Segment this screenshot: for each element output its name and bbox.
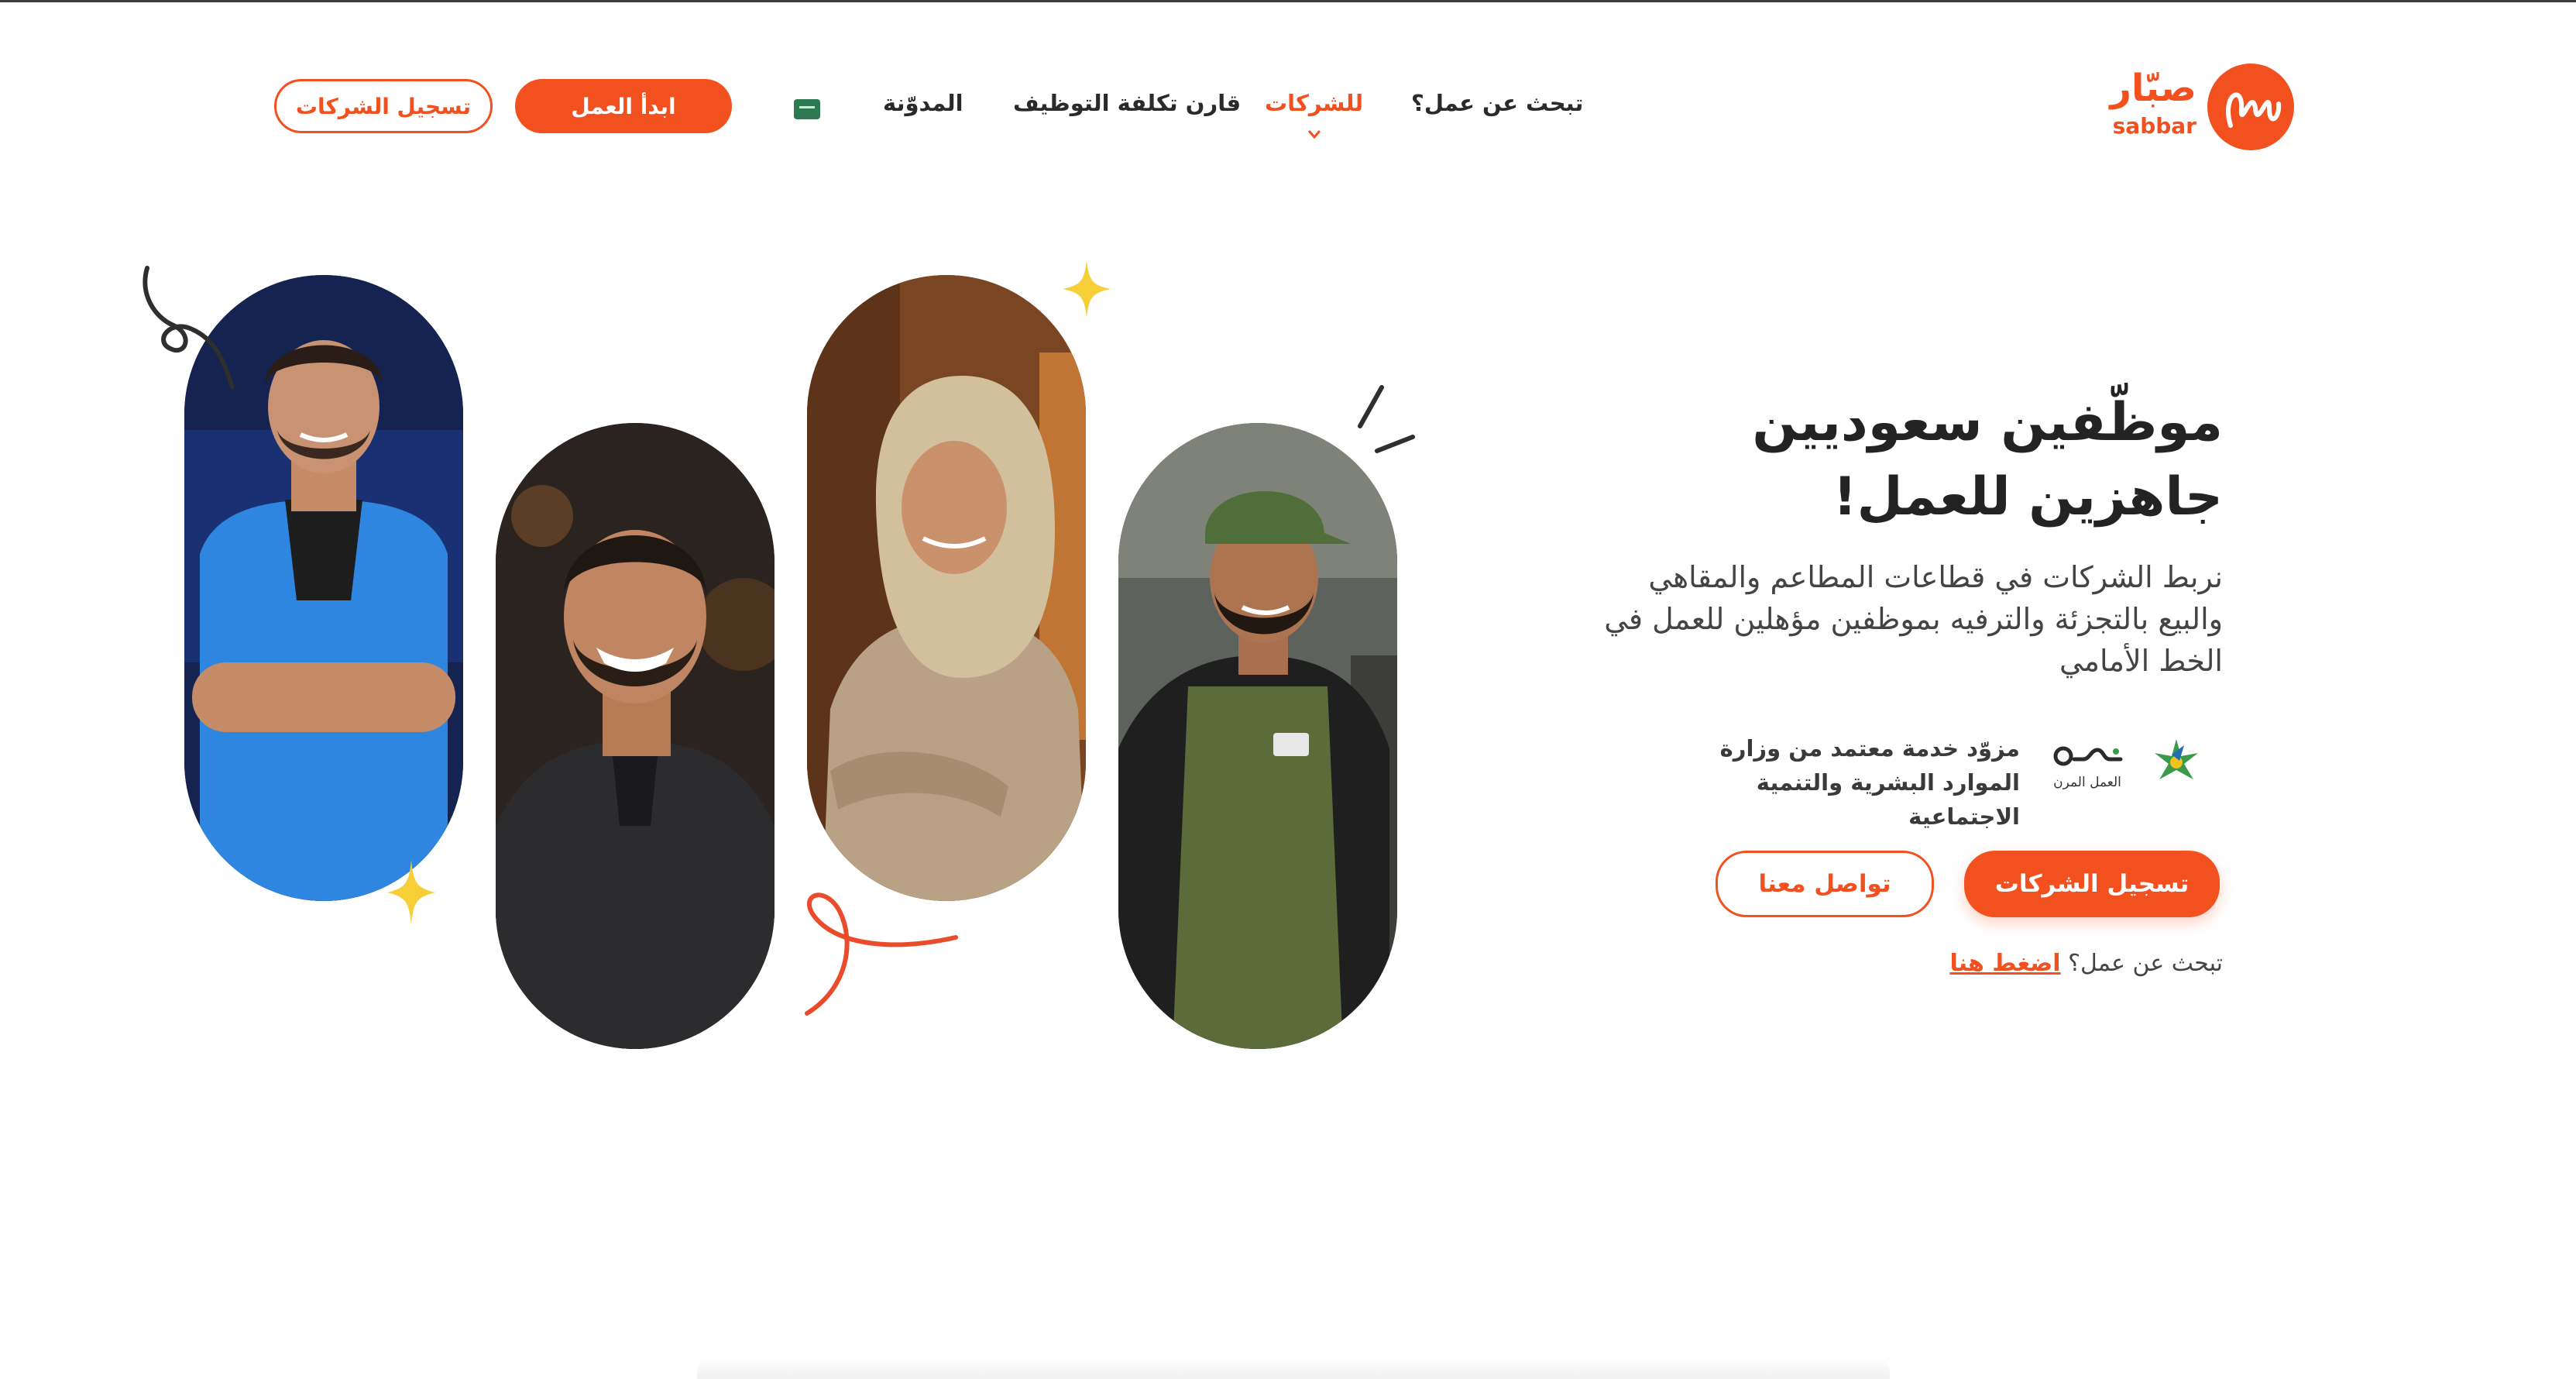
worker-green-apron-illustration [1118, 423, 1397, 1049]
flag-icon[interactable] [794, 99, 820, 119]
nav-blog[interactable]: المدوّنة [883, 90, 963, 116]
ministry-logo: العمل المرن [2052, 736, 2207, 792]
swirl-decoration-dark [143, 266, 235, 390]
sparkle-icon-bottom [387, 860, 435, 925]
logo-text-english: sabbar [2112, 113, 2196, 139]
bottom-shadow-bar [697, 1357, 1890, 1379]
flag-icon-stripe [799, 106, 815, 108]
worker-headscarf-illustration [807, 275, 1086, 901]
accent-lines-decoration [1358, 385, 1415, 453]
click-here-link[interactable]: اضغط هنا [1949, 950, 2060, 977]
nav-companies[interactable]: للشركات [1265, 90, 1364, 139]
sabbar-logo[interactable]: صبّار sabbar [2110, 64, 2294, 156]
sabbar-logo-mark [2207, 64, 2294, 150]
start-work-button[interactable]: ابدأ العمل [515, 79, 732, 133]
site-header: صبّار sabbar تبحث عن عمل؟ للشركات قارن ت… [0, 0, 2576, 217]
register-companies-header-button[interactable]: تسجيل الشركات [274, 79, 493, 133]
job-seeker-question: تبحث عن عمل؟ [2068, 950, 2223, 977]
hero-title-line2: جاهزين للعمل! [1832, 466, 2223, 528]
nav-companies-label: للشركات [1265, 90, 1364, 116]
job-seeker-prompt: تبحث عن عمل؟ اضغط هنا [1843, 950, 2223, 977]
register-companies-button[interactable]: تسجيل الشركات [1964, 851, 2220, 917]
nav-find-job[interactable]: تبحث عن عمل؟ [1411, 90, 1583, 116]
accreditation-block: العمل المرن مزوّد خدمة معتمد من وزارة ال… [1650, 728, 2207, 830]
contact-us-button[interactable]: تواصل معنا [1716, 851, 1934, 917]
partner-logo-text: العمل المرن [2053, 775, 2121, 790]
nav-compare-cost[interactable]: قارن تكلفة التوظيف [1013, 90, 1241, 116]
logo-text-arabic: صبّار [2110, 67, 2196, 110]
photo-worker-green-apron [1118, 423, 1397, 1049]
accreditation-text: مزوّد خدمة معتمد من وزارة الموارد البشري… [1719, 735, 2020, 830]
hero-title: موظّفين سعوديين جاهزين للعمل! [1549, 386, 2223, 535]
swirl-decoration-orange [805, 892, 958, 1016]
hero-description: نربط الشركات في قطاعات المطاعم والمقاهي … [1604, 560, 2223, 678]
hero-title-line1: موظّفين سعوديين [1752, 392, 2223, 453]
sparkle-icon-top [1063, 260, 1111, 318]
photo-worker-black-polo [496, 423, 775, 1049]
photo-worker-headscarf [807, 275, 1086, 901]
worker-black-polo-illustration [496, 423, 775, 1049]
chevron-down-icon [1308, 130, 1321, 139]
